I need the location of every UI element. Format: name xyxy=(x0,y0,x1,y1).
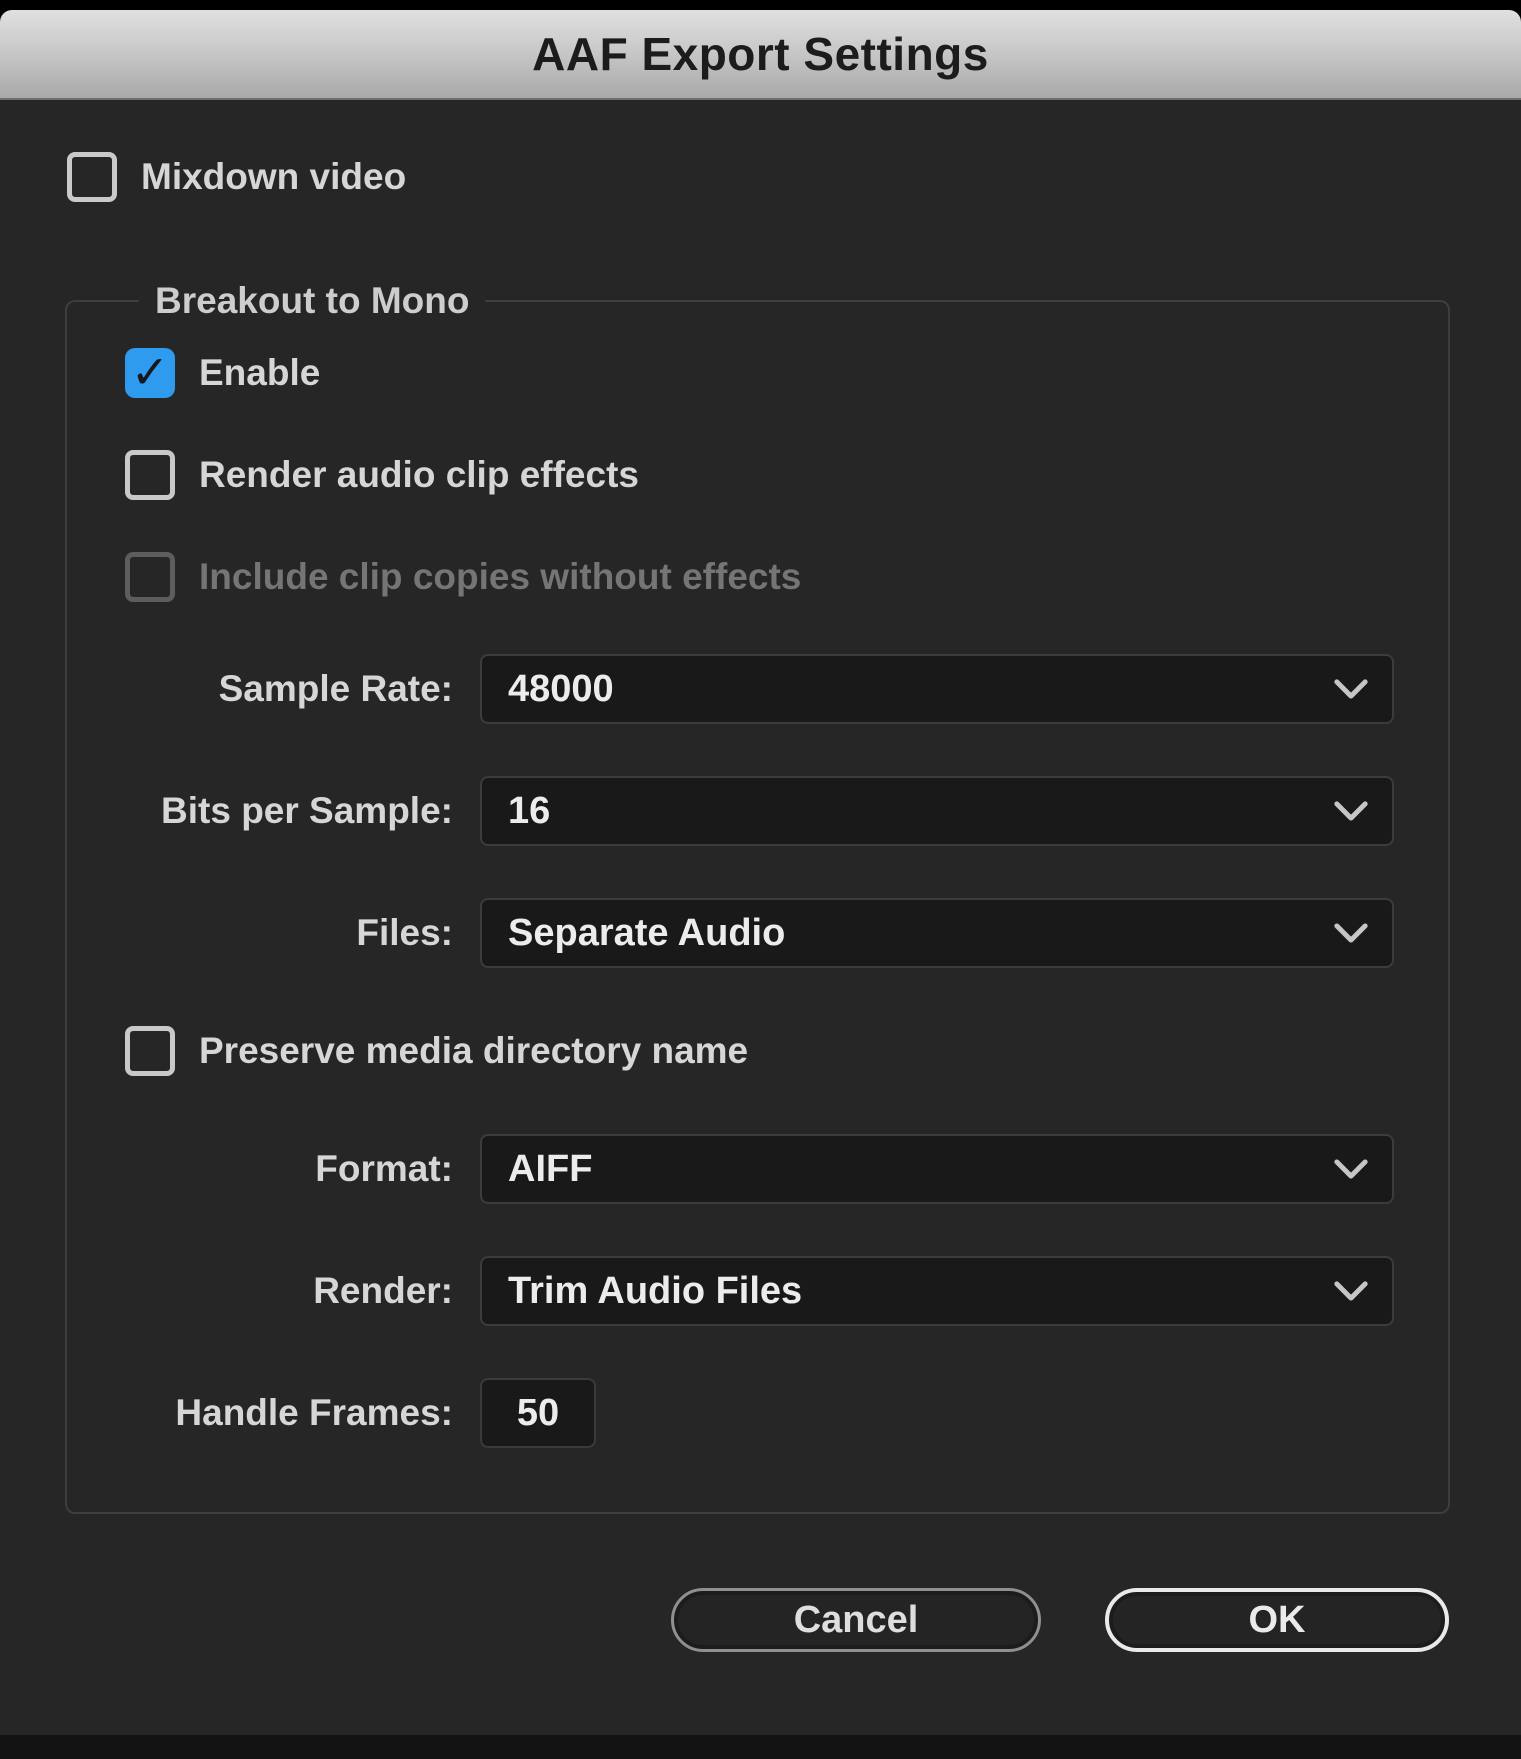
include-clip-copies-checkbox xyxy=(125,552,175,602)
sample-rate-row: Sample Rate: 48000 xyxy=(125,654,1400,724)
format-label: Format: xyxy=(125,1148,453,1190)
preserve-media-directory-checkbox-row[interactable]: Preserve media directory name xyxy=(125,1026,1400,1076)
dialog-button-row: Cancel OK xyxy=(0,1588,1449,1652)
sample-rate-label: Sample Rate: xyxy=(125,668,453,710)
format-select[interactable]: AIFF xyxy=(480,1134,1394,1204)
handle-frames-label: Handle Frames: xyxy=(125,1392,453,1434)
chevron-down-icon xyxy=(1334,923,1368,943)
render-audio-clip-effects-checkbox-row[interactable]: Render audio clip effects xyxy=(125,450,1400,500)
dialog-titlebar[interactable]: AAF Export Settings xyxy=(0,10,1521,100)
preserve-media-directory-label: Preserve media directory name xyxy=(199,1030,748,1072)
breakout-to-mono-group: Breakout to Mono ✓ Enable Render audio c… xyxy=(65,280,1450,1514)
render-value: Trim Audio Files xyxy=(508,1270,1334,1313)
include-clip-copies-label: Include clip copies without effects xyxy=(199,556,801,598)
breakout-to-mono-legend: Breakout to Mono xyxy=(139,280,485,322)
sample-rate-value: 48000 xyxy=(508,668,1334,711)
chevron-down-icon xyxy=(1334,801,1368,821)
chevron-down-icon xyxy=(1334,1159,1368,1179)
include-clip-copies-checkbox-row: Include clip copies without effects xyxy=(125,552,1400,602)
aaf-export-settings-dialog: AAF Export Settings Mixdown video Breako… xyxy=(0,0,1521,1759)
ok-button[interactable]: OK xyxy=(1105,1588,1449,1652)
window-top-edge xyxy=(0,0,1521,10)
handle-frames-row: Handle Frames: xyxy=(125,1378,1400,1448)
render-audio-clip-effects-label: Render audio clip effects xyxy=(199,454,639,496)
handle-frames-input[interactable] xyxy=(480,1378,596,1448)
bits-per-sample-label: Bits per Sample: xyxy=(125,790,453,832)
dialog-title: AAF Export Settings xyxy=(532,27,989,81)
files-select[interactable]: Separate Audio xyxy=(480,898,1394,968)
chevron-down-icon xyxy=(1334,679,1368,699)
ok-button-label: OK xyxy=(1249,1599,1306,1642)
format-row: Format: AIFF xyxy=(125,1134,1400,1204)
cancel-button[interactable]: Cancel xyxy=(671,1588,1041,1652)
enable-checkbox[interactable]: ✓ xyxy=(125,348,175,398)
render-row: Render: Trim Audio Files xyxy=(125,1256,1400,1326)
files-value: Separate Audio xyxy=(508,912,1334,955)
bits-per-sample-value: 16 xyxy=(508,790,1334,833)
render-audio-clip-effects-checkbox[interactable] xyxy=(125,450,175,500)
chevron-down-icon xyxy=(1334,1281,1368,1301)
render-label: Render: xyxy=(125,1270,453,1312)
cancel-button-label: Cancel xyxy=(794,1599,919,1642)
bits-per-sample-select[interactable]: 16 xyxy=(480,776,1394,846)
format-value: AIFF xyxy=(508,1148,1334,1191)
dialog-body: Mixdown video Breakout to Mono ✓ Enable … xyxy=(0,100,1521,1735)
mixdown-video-checkbox-row[interactable]: Mixdown video xyxy=(67,152,1521,202)
render-select[interactable]: Trim Audio Files xyxy=(480,1256,1394,1326)
preserve-media-directory-checkbox[interactable] xyxy=(125,1026,175,1076)
bits-per-sample-row: Bits per Sample: 16 xyxy=(125,776,1400,846)
window-bottom-edge xyxy=(0,1735,1521,1759)
checkmark-icon: ✓ xyxy=(131,349,170,395)
enable-checkbox-row[interactable]: ✓ Enable xyxy=(125,348,1400,398)
sample-rate-select[interactable]: 48000 xyxy=(480,654,1394,724)
mixdown-video-label: Mixdown video xyxy=(141,156,406,198)
enable-label: Enable xyxy=(199,352,320,394)
mixdown-video-checkbox[interactable] xyxy=(67,152,117,202)
files-label: Files: xyxy=(125,912,453,954)
files-row: Files: Separate Audio xyxy=(125,898,1400,968)
